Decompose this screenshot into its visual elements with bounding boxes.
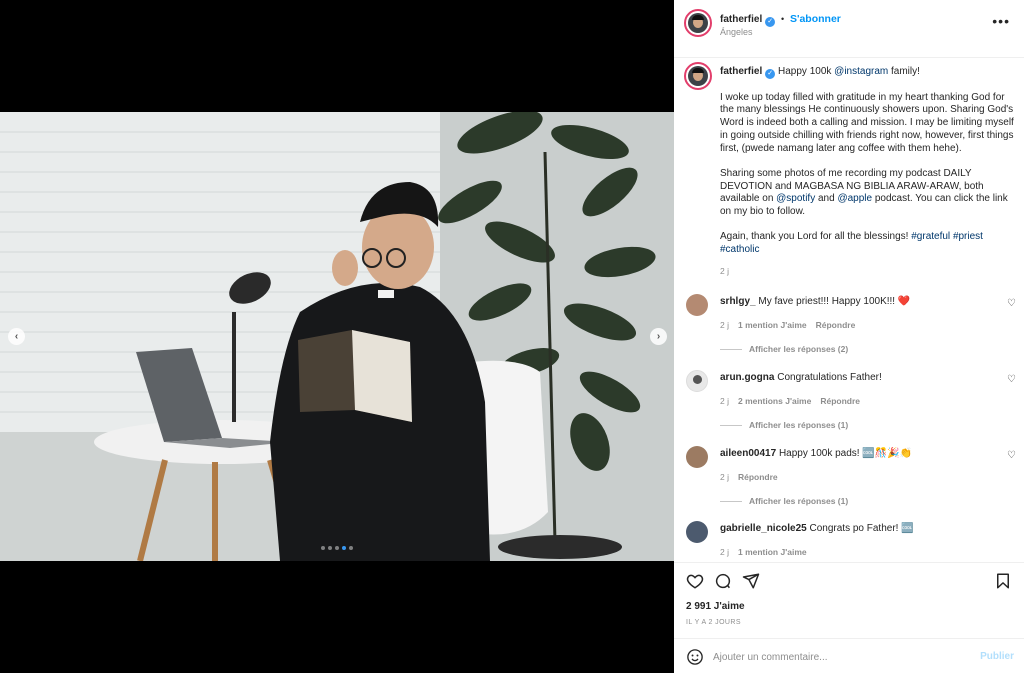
instagram-post-modal: ‹ › fatherfiel ✓ • S'abonner Ángeles •••… <box>0 0 1024 673</box>
comment-icon <box>715 573 731 589</box>
caption-text: Happy 100k <box>778 66 835 77</box>
like-comment-button[interactable]: ♡ <box>1007 374 1016 385</box>
carousel-indicator <box>321 546 353 550</box>
commenter-avatar[interactable] <box>686 370 708 392</box>
caption-username[interactable]: fatherfiel <box>720 66 762 77</box>
previous-photo-button[interactable]: ‹ <box>8 328 25 345</box>
comment-button[interactable] <box>714 572 732 590</box>
replies-divider <box>720 424 742 426</box>
caption-text: and <box>815 193 838 205</box>
share-icon <box>742 573 760 589</box>
heart-outline-icon: ♡ <box>1007 374 1016 385</box>
carousel-dot <box>328 546 332 550</box>
more-horizontal-icon: ••• <box>992 13 1010 29</box>
like-button[interactable] <box>686 572 704 590</box>
commenter-username[interactable]: aileen00417 <box>720 448 776 459</box>
carousel-dot-active <box>342 546 346 550</box>
post-side-panel: fatherfiel ✓ • S'abonner Ángeles ••• fath… <box>674 0 1024 673</box>
photo-illustration <box>0 112 674 561</box>
reply-button[interactable]: Répondre <box>816 320 856 330</box>
author-avatar[interactable] <box>684 9 712 37</box>
reply-button[interactable]: Répondre <box>820 396 860 406</box>
separator-dot: • <box>781 14 785 24</box>
follow-button[interactable]: S'abonner <box>790 13 841 25</box>
post-media-area: ‹ › <box>0 0 674 673</box>
replies-divider <box>720 500 742 502</box>
mention-instagram[interactable]: @instagram <box>834 66 888 77</box>
author-username[interactable]: fatherfiel <box>720 14 762 25</box>
caption-text: Again, thank you Lord for all the blessi… <box>720 231 912 243</box>
carousel-dot <box>335 546 339 550</box>
post-header: fatherfiel ✓ • S'abonner Ángeles ••• <box>674 0 1024 58</box>
bookmark-icon <box>997 573 1009 589</box>
mention-spotify[interactable]: @spotify <box>776 193 815 204</box>
verified-badge-icon: ✓ <box>765 69 776 79</box>
caption-time[interactable]: 2 j <box>720 265 1016 278</box>
comment-likes[interactable]: 2 mentions J'aime <box>738 396 811 406</box>
post-location[interactable]: Ángeles <box>720 27 753 37</box>
comment-time[interactable]: 2 j <box>720 472 729 482</box>
next-photo-button[interactable]: › <box>650 328 667 345</box>
caption-text: family! <box>888 66 920 77</box>
view-replies-button[interactable]: Afficher les réponses (2) <box>720 344 848 354</box>
post-photo[interactable] <box>0 112 674 561</box>
like-comment-button[interactable]: ♡ <box>1007 450 1016 461</box>
hashtag-priest[interactable]: #priest <box>953 231 983 242</box>
view-replies-label: Afficher les réponses (1) <box>749 420 849 430</box>
comment-text: Happy 100k pads! 🆒🎊🎉👏 <box>778 448 913 459</box>
post-date[interactable]: IL Y A 2 JOURS <box>686 619 741 626</box>
comment-text: My fave priest!!! Happy 100K!!! ❤️ <box>758 296 911 307</box>
view-replies-button[interactable]: Afficher les réponses (1) <box>720 420 848 430</box>
comment-likes[interactable]: 1 mention J'aime <box>738 547 807 557</box>
add-comment-bar: Publier <box>674 638 1024 673</box>
view-replies-label: Afficher les réponses (2) <box>749 344 849 354</box>
view-replies-label: Afficher les réponses (1) <box>749 496 849 506</box>
caption-paragraph: I woke up today filled with gratitude in… <box>720 91 1014 154</box>
comment-text: Congratulations Father! <box>777 372 882 383</box>
caption-avatar[interactable] <box>684 62 712 90</box>
comment-text: Congrats po Father! 🆒 <box>809 523 914 534</box>
commenter-username[interactable]: gabrielle_nicole25 <box>720 523 807 534</box>
reply-button[interactable]: Répondre <box>738 472 778 482</box>
carousel-dot <box>349 546 353 550</box>
heart-icon <box>686 574 704 589</box>
comment-input[interactable] <box>713 648 963 666</box>
likes-count[interactable]: 2 991 J'aime <box>686 601 745 612</box>
post-caption: fatherfiel ✓ Happy 100k @instagram family… <box>720 66 1016 278</box>
mention-apple[interactable]: @apple <box>837 193 872 204</box>
emoji-button[interactable] <box>686 648 704 666</box>
share-button[interactable] <box>742 572 760 590</box>
verified-badge-icon: ✓ <box>765 17 776 27</box>
comment-time[interactable]: 2 j <box>720 396 729 406</box>
hashtag-catholic[interactable]: #catholic <box>720 244 759 255</box>
comment-time[interactable]: 2 j <box>720 547 729 557</box>
commenter-avatar[interactable] <box>686 446 708 468</box>
heart-outline-icon: ♡ <box>1007 298 1016 309</box>
save-button[interactable] <box>994 572 1012 590</box>
emoji-icon <box>687 649 703 665</box>
comment-likes[interactable]: 1 mention J'aime <box>738 320 807 330</box>
publish-button[interactable]: Publier <box>980 651 1014 662</box>
comment-time[interactable]: 2 j <box>720 320 729 330</box>
commenter-avatar[interactable] <box>686 521 708 543</box>
commenter-username[interactable]: srhlgy_ <box>720 296 756 307</box>
post-actions: 2 991 J'aime IL Y A 2 JOURS Publier <box>674 562 1024 673</box>
heart-outline-icon: ♡ <box>1007 450 1016 461</box>
view-replies-button[interactable]: Afficher les réponses (1) <box>720 496 848 506</box>
replies-divider <box>720 348 742 350</box>
hashtag-grateful[interactable]: #grateful <box>911 231 950 242</box>
more-options-button[interactable]: ••• <box>992 13 1010 29</box>
chevron-left-icon: ‹ <box>14 331 19 342</box>
carousel-dot <box>321 546 325 550</box>
commenter-username[interactable]: arun.gogna <box>720 372 774 383</box>
chevron-right-icon: › <box>656 331 661 342</box>
like-comment-button[interactable]: ♡ <box>1007 298 1016 309</box>
commenter-avatar[interactable] <box>686 294 708 316</box>
